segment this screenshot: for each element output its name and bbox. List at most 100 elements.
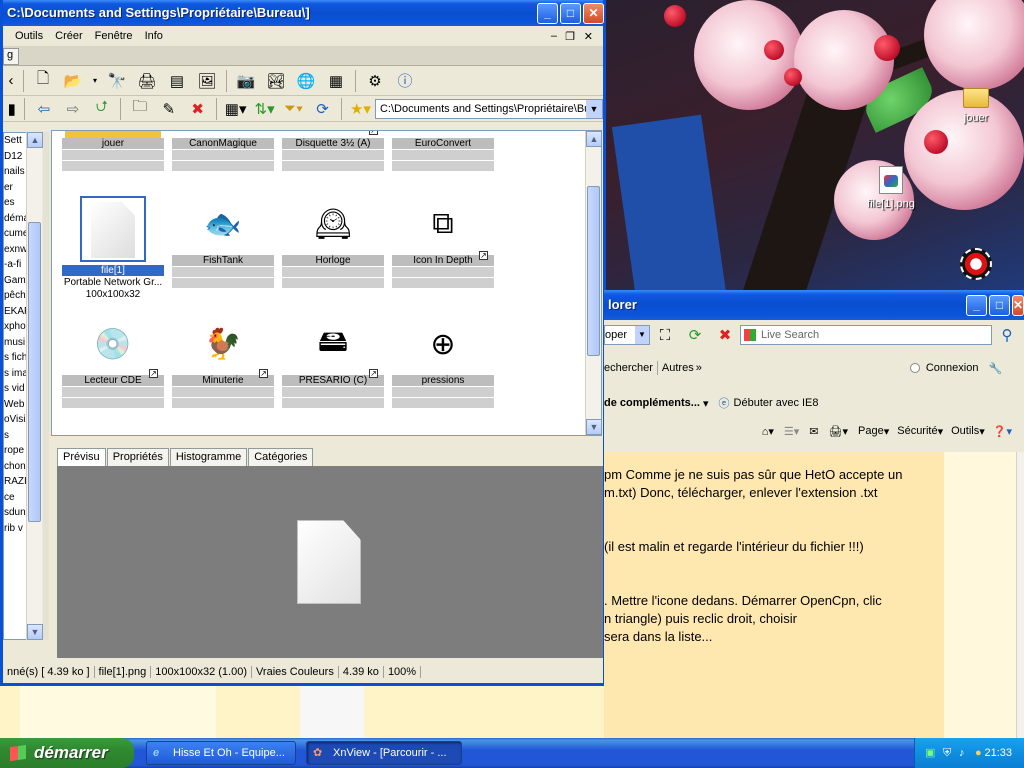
favorites-star-icon[interactable]: ★▾ (349, 97, 372, 121)
splitter[interactable] (43, 132, 49, 640)
menu-outils[interactable]: Outils (9, 30, 49, 42)
menu-creer[interactable]: Créer (49, 30, 89, 42)
feeds-icon[interactable]: ☰▾ (784, 425, 799, 438)
thumbnail-item[interactable]: 🕰 Horloge (282, 193, 384, 289)
menu-info[interactable]: Info (139, 30, 169, 42)
stop-icon[interactable]: ✖ (713, 323, 737, 347)
settings-icon[interactable]: ⚙ (363, 69, 387, 93)
thumbnail-item[interactable]: CanonMagique (172, 131, 274, 172)
thumbnail-item[interactable]: ⊕ pressions (392, 313, 494, 409)
addons-link[interactable]: de compléments... (604, 397, 700, 409)
thumbnail-scrollbar[interactable]: ▲ ▼ (585, 131, 601, 435)
maximize-button[interactable]: □ (560, 3, 581, 24)
binoculars-icon[interactable]: 🔭 (105, 69, 129, 93)
ie-minimize-button[interactable]: _ (966, 295, 987, 316)
sort-icon[interactable]: ⇅▾ (253, 97, 276, 121)
view-mode-icon[interactable]: ▦▾ (224, 97, 247, 121)
content-line: sera dans la liste... (604, 629, 713, 644)
link-connexion[interactable]: Connexion (926, 362, 979, 374)
thumbnail-item[interactable]: 🐟 FishTank (172, 193, 274, 289)
file-icon (62, 193, 164, 265)
delete-icon[interactable]: ✖ (186, 97, 209, 121)
ie-scrollbar[interactable] (1016, 452, 1024, 740)
nav-icon[interactable]: ‹ (6, 69, 16, 93)
tray-app-icon[interactable]: ● (975, 738, 982, 768)
mail-icon[interactable]: ✉ (809, 425, 818, 438)
mdi-close-button[interactable]: ✕ (578, 30, 599, 43)
tab-histogramme[interactable]: Histogramme (169, 448, 248, 466)
thumbnail-item[interactable]: 💿 Lecteur CDE ↗ (62, 313, 164, 409)
ie-close-button[interactable]: ✕ (1012, 295, 1024, 316)
taskbar: démarrer e Hisse Et Oh - Equipe... ✿ XnV… (0, 738, 1024, 768)
image-icon[interactable]: 🏞 (264, 69, 288, 93)
scroll-thumb (28, 222, 41, 522)
desktop-icon-jouer[interactable]: jouer (941, 88, 1011, 124)
dropdown-icon[interactable]: ▾ (91, 69, 99, 93)
thumbnail-item[interactable]: file[1] Portable Network Gr... 100x100x32 (62, 193, 164, 301)
securite-menu[interactable]: Sécurité (897, 425, 937, 437)
opencpn-icon[interactable] (960, 248, 992, 280)
open-folder-icon[interactable]: 📂 (61, 69, 85, 93)
menu-bar: Outils Créer Fenêtre Info – ❐ ✕ (3, 26, 603, 46)
web-icon[interactable]: 🌐 (294, 69, 318, 93)
tab-previsu[interactable]: Prévisu (57, 448, 106, 468)
print-icon[interactable]: 🖨▾ (829, 425, 849, 438)
thumbnail-item[interactable]: ⧉ Icon In Depth ↗ (392, 193, 494, 289)
search-icon[interactable]: ⚲ (995, 323, 1019, 347)
thumbnail-info-blank (282, 150, 384, 160)
compat-icon[interactable]: ⛶ (653, 323, 677, 347)
tray-volume-icon[interactable]: ♪ (959, 738, 965, 768)
help-icon[interactable]: ❓▾ (993, 425, 1012, 438)
forward-arrow-icon[interactable]: ⇨ (61, 97, 84, 121)
link-rechercher[interactable]: echercher (604, 362, 653, 374)
search-input[interactable]: Live Search (740, 325, 992, 345)
up-folder-icon[interactable]: ⮍ (90, 97, 113, 121)
home-icon[interactable]: ⌂▾ (762, 425, 774, 438)
back-arrow-icon[interactable]: ⇦ (32, 97, 55, 121)
address-combobox[interactable]: C:\Documents and Settings\Propriétaire\B… (374, 98, 603, 119)
thumbnail-item[interactable]: jouer (62, 131, 164, 172)
filter-icon[interactable]: ⏷▾ (282, 97, 305, 121)
desktop-icon-file[interactable]: file[1].png (856, 166, 926, 210)
ie8-link[interactable]: Débuter avec IE8 (734, 397, 819, 409)
thumbnail-item[interactable]: 🐓 Minuterie ↗ (172, 313, 274, 409)
link-autres[interactable]: Autres (662, 362, 694, 374)
outils-menu[interactable]: Outils (951, 425, 979, 437)
refresh-icon[interactable]: ⟳ (311, 97, 334, 121)
page-menu[interactable]: Page (858, 425, 884, 437)
task-xnview[interactable]: ✿ XnView - [Parcourir - ... (306, 741, 462, 765)
file-preview-icon (297, 520, 361, 604)
tab-proprietes[interactable]: Propriétés (106, 448, 169, 466)
thumbnail-item[interactable]: EuroConvert (392, 131, 494, 172)
menu-fenetre[interactable]: Fenêtre (89, 30, 139, 42)
task-ie[interactable]: e Hisse Et Oh - Equipe... (146, 741, 296, 765)
thumbnail-item[interactable]: 🖴 PRESARIO (C) ↗ (282, 313, 384, 409)
refresh-icon[interactable]: ⟳ (683, 323, 707, 347)
capture-icon[interactable]: 📷 (234, 69, 258, 93)
new-folder-icon[interactable]: 🗀 (128, 97, 151, 121)
ie-content: pm Comme je ne suis pas sûr que HetO acc… (604, 452, 1024, 740)
ie-maximize-button[interactable]: □ (989, 295, 1010, 316)
info-icon[interactable]: ⓘ (393, 69, 417, 93)
content-line: (il est malin et regarde l'intérieur du … (604, 539, 864, 554)
thumbnail-item[interactable]: Disquette 3½ (A) ↗ (282, 131, 384, 172)
tab-categories[interactable]: Catégories (248, 448, 314, 466)
scanner-icon[interactable]: ▤ (165, 69, 189, 93)
start-button[interactable]: démarrer (0, 738, 134, 768)
thumbnail-label: CanonMagique (172, 138, 274, 149)
minimize-button[interactable]: _ (537, 3, 558, 24)
address-dropdown[interactable]: oper ▼ (604, 325, 650, 345)
open-file-icon[interactable]: 🗋 (31, 69, 55, 93)
slideshow-icon[interactable]: 🖼 (195, 69, 219, 93)
tray-shield-icon[interactable]: ⛨ (943, 738, 951, 768)
close-button[interactable]: ✕ (583, 3, 604, 24)
chevron-down-icon[interactable]: ▼ (585, 99, 602, 118)
wrench-icon[interactable]: 🔧 (988, 362, 1002, 375)
tray-network-icon[interactable]: ▣ (925, 738, 935, 768)
tree-scrollbar[interactable]: ▲ ▼ (26, 132, 43, 640)
panel-icon[interactable]: ▮ (6, 97, 17, 121)
printer-icon[interactable]: 🖨 (135, 69, 159, 93)
calculator-icon[interactable]: ▦ (324, 69, 348, 93)
doc-tab[interactable]: g (3, 46, 603, 66)
rename-icon[interactable]: ✎ (157, 97, 180, 121)
